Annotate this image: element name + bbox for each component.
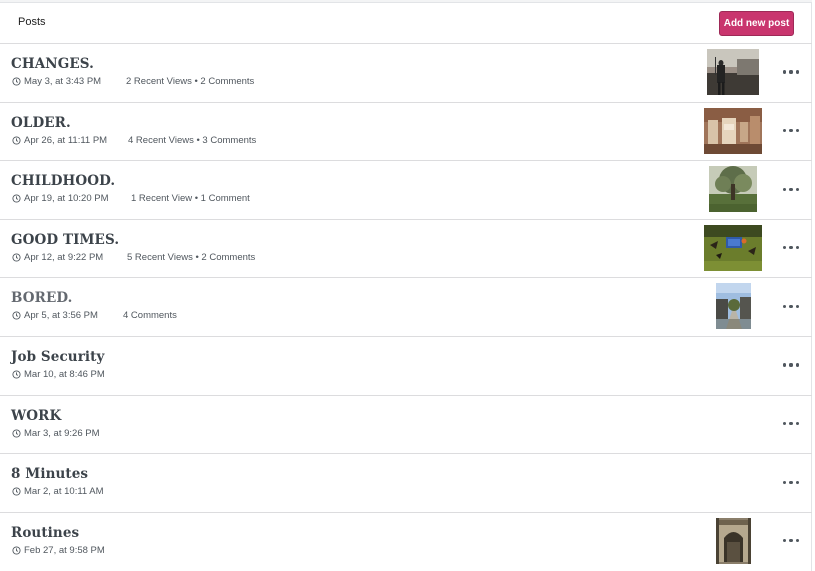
- post-date: Apr 26, at 11:11 PM: [24, 134, 108, 146]
- post-date: Apr 19, at 10:20 PM: [24, 193, 109, 205]
- post-stats: 1 Recent View • 1 Comment: [131, 193, 250, 205]
- post-title[interactable]: Routines: [11, 525, 79, 541]
- post-title[interactable]: GOOD TIMES.: [11, 232, 119, 248]
- posts-panel: Posts Add new post CHANGES. May 3, at 3:…: [0, 0, 812, 571]
- more-options-icon[interactable]: [781, 65, 801, 79]
- post-row[interactable]: OLDER. Apr 26, at 11:11 PM 4 Recent View…: [0, 103, 812, 162]
- post-stats: 2 Recent Views • 2 Comments: [126, 76, 255, 87]
- clock-icon: [12, 253, 21, 262]
- clock-icon: [12, 136, 21, 145]
- post-title[interactable]: BORED.: [11, 290, 72, 306]
- post-meta: Mar 3, at 9:26 PM: [12, 428, 100, 439]
- clock-icon: [12, 546, 21, 555]
- clock-icon: [12, 370, 21, 379]
- post-thumbnail[interactable]: [716, 517, 751, 564]
- post-thumbnail[interactable]: [704, 224, 762, 271]
- post-thumbnail[interactable]: [716, 283, 751, 330]
- more-options-icon[interactable]: [781, 241, 801, 255]
- clock-icon: [12, 487, 21, 496]
- post-row[interactable]: CHANGES. May 3, at 3:43 PM 2 Recent View…: [0, 44, 812, 103]
- post-row[interactable]: 8 Minutes Mar 2, at 10:11 AM: [0, 454, 812, 513]
- more-options-icon[interactable]: [781, 182, 801, 196]
- post-date: Feb 27, at 9:58 PM: [24, 544, 105, 556]
- post-stats: 5 Recent Views • 2 Comments: [127, 251, 256, 263]
- post-row[interactable]: WORK Mar 3, at 9:26 PM: [0, 396, 812, 455]
- post-date: Apr 5, at 3:56 PM: [24, 310, 98, 322]
- post-meta: Apr 26, at 11:11 PM: [12, 135, 107, 146]
- post-thumbnail[interactable]: [704, 107, 762, 154]
- more-options-icon[interactable]: [781, 417, 801, 431]
- more-options-icon[interactable]: [781, 358, 801, 372]
- post-meta: Apr 12, at 9:22 PM: [12, 252, 103, 263]
- page-title: Posts: [18, 16, 46, 28]
- post-row[interactable]: Job Security Mar 10, at 8:46 PM: [0, 337, 812, 396]
- clock-icon: [12, 311, 21, 320]
- post-title[interactable]: OLDER.: [11, 115, 71, 131]
- post-row[interactable]: Routines Feb 27, at 9:58 PM: [0, 513, 812, 571]
- post-thumbnail[interactable]: [709, 166, 757, 213]
- add-new-post-button[interactable]: Add new post: [719, 11, 794, 36]
- more-options-icon[interactable]: [781, 475, 801, 489]
- post-date: Apr 12, at 9:22 PM: [24, 251, 104, 263]
- post-row[interactable]: BORED. Apr 5, at 3:56 PM 4 Comments: [0, 278, 812, 337]
- post-row[interactable]: CHILDHOOD. Apr 19, at 10:20 PM 1 Recent …: [0, 161, 812, 220]
- more-options-icon[interactable]: [781, 299, 801, 313]
- post-title[interactable]: CHILDHOOD.: [11, 173, 115, 189]
- clock-icon: [12, 429, 21, 438]
- post-meta: Apr 19, at 10:20 PM: [12, 193, 109, 204]
- post-thumbnail[interactable]: [707, 49, 759, 95]
- post-date: Mar 10, at 8:46 PM: [24, 368, 105, 380]
- post-list: CHANGES. May 3, at 3:43 PM 2 Recent View…: [0, 44, 812, 571]
- post-title[interactable]: CHANGES.: [11, 56, 94, 72]
- post-meta: Mar 2, at 10:11 AM: [12, 486, 104, 497]
- clock-icon: [12, 194, 21, 203]
- post-stats: 4 Recent Views • 3 Comments: [128, 134, 257, 146]
- post-title[interactable]: Job Security: [11, 349, 104, 365]
- post-date: May 3, at 3:43 PM: [24, 76, 102, 87]
- post-row[interactable]: GOOD TIMES. Apr 12, at 9:22 PM 5 Recent …: [0, 220, 812, 279]
- clock-icon: [12, 77, 21, 86]
- post-meta: Feb 27, at 9:58 PM: [12, 545, 105, 556]
- more-options-icon[interactable]: [781, 534, 801, 548]
- more-options-icon[interactable]: [781, 124, 801, 138]
- post-stats: 4 Comments: [123, 310, 177, 322]
- post-title[interactable]: 8 Minutes: [11, 466, 88, 482]
- post-title[interactable]: WORK: [11, 408, 61, 424]
- post-meta: Apr 5, at 3:56 PM: [12, 310, 98, 321]
- post-meta: May 3, at 3:43 PM: [12, 76, 101, 87]
- post-meta: Mar 10, at 8:46 PM: [12, 369, 105, 380]
- posts-header: Posts Add new post: [0, 3, 812, 44]
- post-date: Mar 2, at 10:11 AM: [24, 486, 104, 498]
- post-date: Mar 3, at 9:26 PM: [24, 427, 100, 439]
